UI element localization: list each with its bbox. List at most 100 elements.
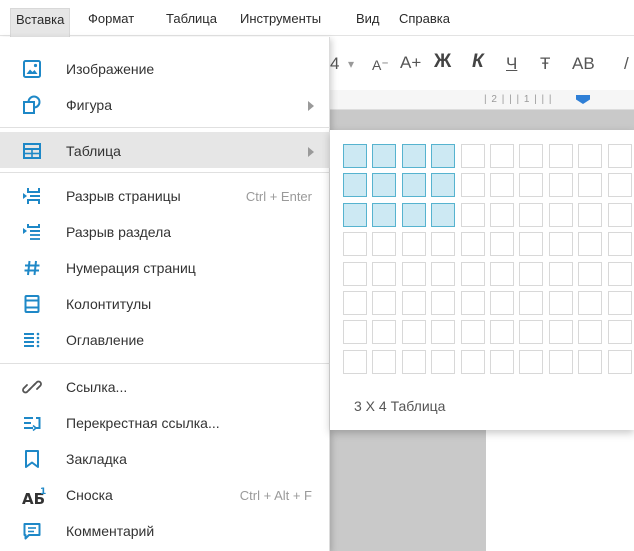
menu-item-cross-reference[interactable]: Перекрестная ссылка... bbox=[0, 404, 330, 440]
menu-item-bookmark[interactable]: Закладка bbox=[0, 440, 330, 476]
table-grid-cell[interactable] bbox=[402, 173, 426, 197]
table-grid-cell[interactable] bbox=[431, 291, 455, 315]
horizontal-ruler[interactable]: | 2 | | | 1 | | | bbox=[330, 90, 634, 110]
table-grid-cell[interactable] bbox=[490, 320, 514, 344]
document-page[interactable] bbox=[486, 430, 634, 551]
menu-item-table[interactable]: Таблица bbox=[0, 132, 330, 168]
table-grid-cell[interactable] bbox=[549, 173, 573, 197]
table-grid-cell[interactable] bbox=[431, 203, 455, 227]
table-grid-cell[interactable] bbox=[578, 291, 602, 315]
table-grid-cell[interactable] bbox=[402, 291, 426, 315]
font-size-dropdown-icon[interactable]: ▾ bbox=[348, 57, 354, 71]
font-size-value[interactable]: 4 bbox=[330, 54, 339, 74]
table-grid-cell[interactable] bbox=[372, 350, 396, 374]
menu-view[interactable]: Вид bbox=[356, 10, 380, 34]
more-toolbar-button[interactable]: / bbox=[624, 54, 629, 74]
table-grid-cell[interactable] bbox=[461, 291, 485, 315]
menu-item-image[interactable]: Изображение bbox=[0, 50, 330, 86]
strikethrough-button[interactable]: Ŧ bbox=[540, 54, 550, 74]
table-grid-cell[interactable] bbox=[549, 262, 573, 286]
table-grid-cell[interactable] bbox=[578, 320, 602, 344]
table-grid-cell[interactable] bbox=[343, 350, 367, 374]
menu-item-table-of-contents[interactable]: Оглавление bbox=[0, 321, 330, 357]
table-grid-cell[interactable] bbox=[372, 173, 396, 197]
table-grid-cell[interactable] bbox=[578, 262, 602, 286]
table-grid-cell[interactable] bbox=[608, 173, 632, 197]
table-grid-cell[interactable] bbox=[549, 203, 573, 227]
table-grid-cell[interactable] bbox=[490, 350, 514, 374]
table-grid-cell[interactable] bbox=[431, 320, 455, 344]
table-grid-cell[interactable] bbox=[519, 350, 543, 374]
table-grid-cell[interactable] bbox=[343, 203, 367, 227]
table-grid-cell[interactable] bbox=[578, 232, 602, 256]
menu-format[interactable]: Формат bbox=[88, 10, 134, 34]
table-grid-cell[interactable] bbox=[608, 144, 632, 168]
menu-table[interactable]: Таблица bbox=[166, 10, 217, 34]
menu-tools[interactable]: Инструменты bbox=[240, 10, 321, 34]
table-grid-cell[interactable] bbox=[402, 350, 426, 374]
table-grid-cell[interactable] bbox=[461, 262, 485, 286]
table-grid-cell[interactable] bbox=[549, 291, 573, 315]
table-grid-cell[interactable] bbox=[461, 232, 485, 256]
table-grid-cell[interactable] bbox=[372, 262, 396, 286]
table-grid-cell[interactable] bbox=[343, 173, 367, 197]
table-grid-cell[interactable] bbox=[402, 320, 426, 344]
menu-item-link[interactable]: Ссылка... bbox=[0, 368, 330, 404]
menu-item-page-break[interactable]: Разрыв страницы Ctrl + Enter bbox=[0, 177, 330, 213]
table-grid-cell[interactable] bbox=[343, 291, 367, 315]
table-grid-cell[interactable] bbox=[372, 320, 396, 344]
table-grid-cell[interactable] bbox=[549, 320, 573, 344]
table-grid-cell[interactable] bbox=[461, 350, 485, 374]
table-grid-cell[interactable] bbox=[519, 203, 543, 227]
table-grid-cell[interactable] bbox=[372, 144, 396, 168]
table-grid-cell[interactable] bbox=[519, 320, 543, 344]
table-grid-cell[interactable] bbox=[608, 232, 632, 256]
table-grid-cell[interactable] bbox=[578, 173, 602, 197]
table-grid-cell[interactable] bbox=[519, 144, 543, 168]
table-grid-cell[interactable] bbox=[490, 144, 514, 168]
menu-item-shape[interactable]: Фигура bbox=[0, 86, 330, 122]
table-grid-cell[interactable] bbox=[608, 320, 632, 344]
underline-button[interactable]: Ч bbox=[506, 54, 517, 74]
table-grid-cell[interactable] bbox=[519, 232, 543, 256]
table-grid-cell[interactable] bbox=[431, 262, 455, 286]
table-grid-cell[interactable] bbox=[343, 144, 367, 168]
table-grid-cell[interactable] bbox=[549, 232, 573, 256]
table-grid-cell[interactable] bbox=[578, 144, 602, 168]
menu-item-page-numbering[interactable]: Нумерация страниц bbox=[0, 249, 330, 285]
table-grid-cell[interactable] bbox=[519, 173, 543, 197]
table-grid-cell[interactable] bbox=[343, 320, 367, 344]
italic-button[interactable]: К bbox=[472, 51, 484, 73]
menu-item-footnote[interactable]: АБ 1 Сноска Ctrl + Alt + F bbox=[0, 476, 330, 512]
bold-button[interactable]: Ж bbox=[434, 51, 451, 73]
table-grid-cell[interactable] bbox=[461, 173, 485, 197]
table-grid-cell[interactable] bbox=[608, 291, 632, 315]
table-grid-cell[interactable] bbox=[549, 144, 573, 168]
table-grid-cell[interactable] bbox=[431, 173, 455, 197]
table-grid-cell[interactable] bbox=[402, 262, 426, 286]
table-grid-cell[interactable] bbox=[490, 232, 514, 256]
table-grid-cell[interactable] bbox=[461, 203, 485, 227]
table-grid-cell[interactable] bbox=[343, 262, 367, 286]
table-grid-cell[interactable] bbox=[519, 262, 543, 286]
table-grid-cell[interactable] bbox=[343, 232, 367, 256]
table-grid-cell[interactable] bbox=[461, 144, 485, 168]
table-grid-cell[interactable] bbox=[402, 203, 426, 227]
table-grid-cell[interactable] bbox=[372, 203, 396, 227]
table-grid-cell[interactable] bbox=[549, 350, 573, 374]
table-grid-cell[interactable] bbox=[431, 144, 455, 168]
table-grid-cell[interactable] bbox=[372, 232, 396, 256]
menu-item-header-footer[interactable]: Колонтитулы bbox=[0, 285, 330, 321]
table-grid-cell[interactable] bbox=[402, 144, 426, 168]
table-grid-cell[interactable] bbox=[608, 262, 632, 286]
caps-button[interactable]: АВ bbox=[572, 54, 595, 74]
table-grid-cell[interactable] bbox=[461, 320, 485, 344]
menu-item-section-break[interactable]: Разрыв раздела bbox=[0, 213, 330, 249]
table-grid-cell[interactable] bbox=[490, 262, 514, 286]
increase-font-button[interactable]: A+ bbox=[400, 53, 421, 73]
table-grid-cell[interactable] bbox=[402, 232, 426, 256]
indent-marker-icon[interactable] bbox=[576, 95, 590, 104]
menu-help[interactable]: Справка bbox=[399, 10, 450, 34]
table-grid-cell[interactable] bbox=[490, 173, 514, 197]
table-grid-cell[interactable] bbox=[490, 291, 514, 315]
